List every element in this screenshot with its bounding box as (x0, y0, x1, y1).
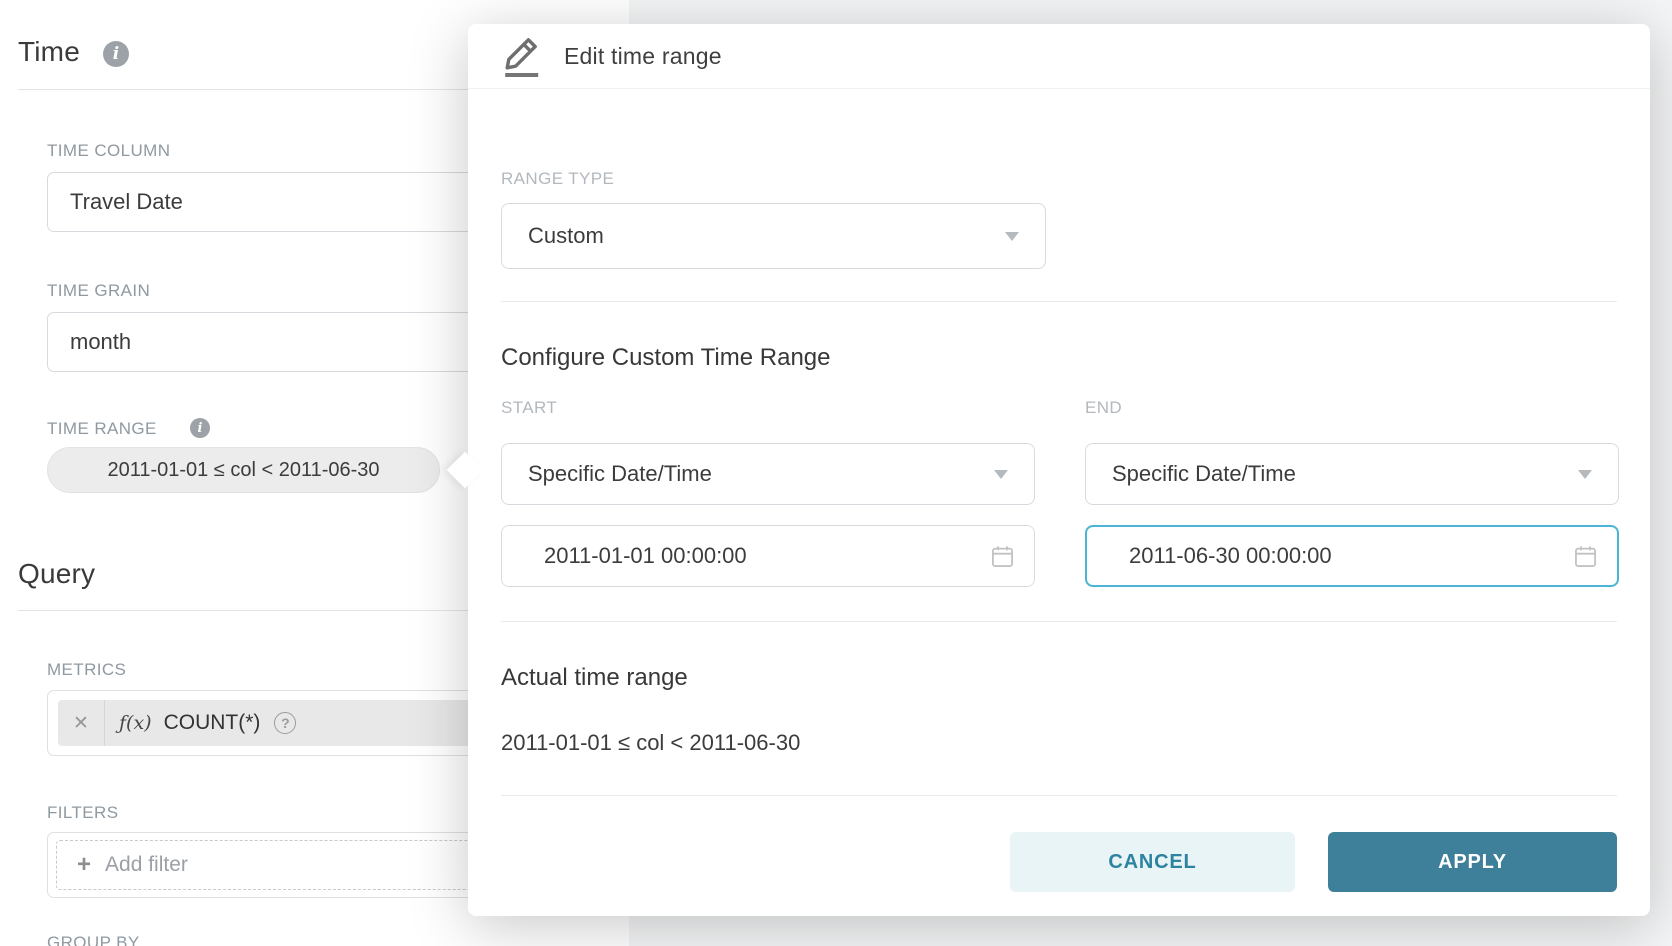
start-datetime-input[interactable] (502, 526, 989, 586)
metric-name: COUNT(*) (164, 711, 261, 735)
edit-pencil-icon (502, 33, 542, 79)
time-section-title: Time (18, 36, 80, 68)
filters-label: FILTERS (47, 803, 118, 823)
modal-footer-divider (501, 795, 1617, 796)
modal-header: Edit time range (468, 24, 1650, 89)
modal-section-divider (501, 301, 1617, 302)
time-column-value: Travel Date (70, 189, 183, 215)
chevron-down-icon (994, 470, 1008, 479)
time-range-info-icon[interactable]: i (190, 418, 210, 438)
time-grain-label: TIME GRAIN (47, 281, 150, 301)
explore-page: Time i TIME COLUMN Travel Date TIME GRAI… (0, 0, 1672, 946)
apply-button[interactable]: APPLY (1328, 832, 1617, 892)
start-datetime-field (501, 525, 1035, 587)
time-info-icon[interactable]: i (103, 41, 129, 67)
end-datetime-field (1085, 525, 1619, 587)
range-type-label: RANGE TYPE (501, 169, 614, 189)
calendar-icon[interactable] (989, 543, 1016, 570)
cancel-button[interactable]: CANCEL (1010, 832, 1295, 892)
configure-heading: Configure Custom Time Range (501, 344, 830, 372)
actual-time-range-value: 2011-01-01 ≤ col < 2011-06-30 (501, 730, 800, 756)
metric-help-icon[interactable]: ? (274, 712, 296, 734)
chevron-down-icon (1578, 470, 1592, 479)
metric-close-icon[interactable]: ✕ (58, 700, 105, 746)
add-filter-label: Add filter (105, 853, 188, 877)
time-column-label: TIME COLUMN (47, 141, 170, 161)
end-label: END (1085, 398, 1122, 418)
group-by-label: GROUP BY (47, 933, 140, 946)
start-type-select[interactable]: Specific Date/Time (501, 443, 1035, 505)
query-section-title: Query (18, 558, 95, 590)
modal-section-divider (501, 621, 1617, 622)
metrics-label: METRICS (47, 660, 126, 680)
range-type-value: Custom (528, 223, 604, 249)
end-datetime-input[interactable] (1087, 527, 1572, 585)
time-range-pill[interactable]: 2011-01-01 ≤ col < 2011-06-30 (47, 447, 440, 493)
start-label: START (501, 398, 557, 418)
chevron-down-icon (1005, 232, 1019, 241)
time-grain-value: month (70, 329, 131, 355)
metric-pill[interactable]: ✕ ƒ(x) COUNT(*) ? (58, 700, 538, 746)
function-icon: ƒ(x) (119, 712, 152, 734)
start-type-value: Specific Date/Time (528, 461, 712, 487)
modal-title: Edit time range (564, 43, 722, 70)
plus-icon: + (77, 853, 91, 877)
end-type-select[interactable]: Specific Date/Time (1085, 443, 1619, 505)
actual-time-range-heading: Actual time range (501, 664, 688, 692)
calendar-icon[interactable] (1572, 543, 1599, 570)
edit-time-range-modal: Edit time range RANGE TYPE Custom Config… (468, 24, 1650, 916)
range-type-select[interactable]: Custom (501, 203, 1046, 269)
time-range-pill-value: 2011-01-01 ≤ col < 2011-06-30 (107, 459, 379, 482)
end-type-value: Specific Date/Time (1112, 461, 1296, 487)
time-range-label: TIME RANGE (47, 419, 157, 439)
